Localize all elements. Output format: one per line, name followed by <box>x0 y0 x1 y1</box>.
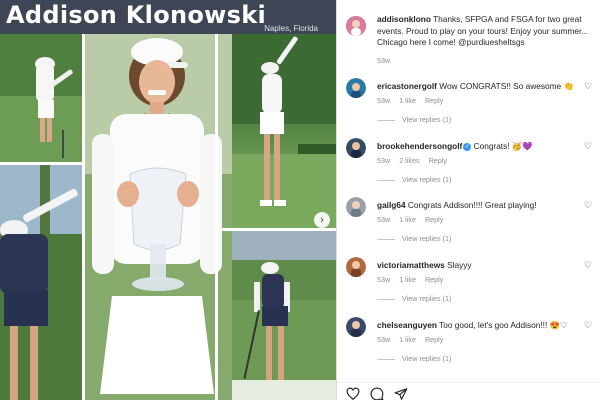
photo-golfer-backswing <box>218 34 336 230</box>
comments-panel: addisonklono Thanks, SFPGA and FSGA for … <box>336 0 600 400</box>
replies-divider <box>377 179 395 181</box>
comment-text: chelseanguyen Too good, let's goo Addiso… <box>377 319 597 331</box>
comment-meta: 53w 2 likes Reply <box>377 156 454 165</box>
comment-likes[interactable]: 2 likes <box>399 156 419 165</box>
comment-emoji: 👏 <box>563 81 574 91</box>
view-replies-button[interactable]: View replies (1) <box>377 115 451 124</box>
view-replies-button[interactable]: View replies (1) <box>377 354 451 363</box>
frame-divider <box>215 228 336 231</box>
heart-icon[interactable] <box>346 387 360 400</box>
comment-body: Too good, let's goo Addison!!! <box>439 320 548 330</box>
comment-meta: 53w <box>377 56 397 65</box>
frame-divider <box>0 162 85 165</box>
comment-likes[interactable]: 1 like <box>399 335 416 344</box>
replies-divider <box>377 298 395 300</box>
avatar[interactable] <box>346 257 366 277</box>
replies-divider <box>377 238 395 240</box>
post-action-bar <box>337 382 600 400</box>
photo-golfer-address <box>218 230 336 400</box>
avatar[interactable] <box>346 16 366 36</box>
comment-meta: 53w 1 like Reply <box>377 335 450 344</box>
reply-button[interactable]: Reply <box>425 96 443 105</box>
view-replies-button[interactable]: View replies (1) <box>377 175 451 184</box>
photo-golfer-finish-swing <box>0 34 90 164</box>
heart-icon[interactable]: ♡ <box>584 321 593 330</box>
comment-meta: 53w 1 like Reply <box>377 275 450 284</box>
comment-time: 53w <box>377 335 391 344</box>
comment-likes[interactable]: 1 like <box>399 215 416 224</box>
frame-divider <box>82 34 85 400</box>
comment-body: Wow CONGRATS!! So awesome <box>439 81 562 91</box>
banner-title: Addison Klonowski <box>6 1 267 29</box>
view-replies-button[interactable]: View replies (1) <box>377 234 451 243</box>
share-icon[interactable] <box>394 387 408 400</box>
avatar[interactable] <box>346 138 366 158</box>
comment-time: 53w <box>377 96 391 105</box>
comment-username[interactable]: gailg64 <box>377 200 406 210</box>
comment-body: Congrats Addison!!!! Great playing! <box>407 200 537 210</box>
heart-icon[interactable]: ♡ <box>584 201 593 210</box>
replies-divider <box>377 358 395 360</box>
post-media[interactable]: Addison Klonowski Naples, Florida › <box>0 0 336 400</box>
comment-body: Congrats! <box>473 141 510 151</box>
comment-text: victoriamatthews Slayyy <box>377 259 597 271</box>
view-replies-label: View replies (1) <box>402 294 452 303</box>
view-replies-label: View replies (1) <box>402 234 452 243</box>
heart-icon[interactable]: ♡ <box>584 142 593 151</box>
photo-banner: Addison Klonowski Naples, Florida <box>0 0 336 34</box>
view-replies-label: View replies (1) <box>402 115 452 124</box>
comment-username[interactable]: brookehendersongolf <box>377 141 462 151</box>
comment-username[interactable]: chelseanguyen <box>377 320 437 330</box>
comment-time: 53w <box>377 156 391 165</box>
chevron-right-icon[interactable]: › <box>314 212 330 228</box>
reply-button[interactable]: Reply <box>425 335 443 344</box>
view-replies-label: View replies (1) <box>402 175 452 184</box>
comment-text: gailg64 Congrats Addison!!!! Great playi… <box>377 199 597 211</box>
view-replies-button[interactable]: View replies (1) <box>377 294 451 303</box>
heart-icon[interactable]: ♡ <box>584 261 593 270</box>
comment-likes[interactable]: 1 like <box>399 275 416 284</box>
banner-location: Naples, Florida <box>264 24 318 33</box>
comment-username[interactable]: ericastonergolf <box>377 81 437 91</box>
comment-meta: 53w 1 like Reply <box>377 96 450 105</box>
comment-time: 53w <box>377 275 391 284</box>
reply-button[interactable]: Reply <box>425 275 443 284</box>
comment-body: Slayyy <box>447 260 472 270</box>
comment-username[interactable]: addisonklono <box>377 14 431 24</box>
frame-divider <box>215 34 218 400</box>
comment-icon[interactable] <box>370 387 384 400</box>
avatar[interactable] <box>346 78 366 98</box>
comment-text: ericastonergolf Wow CONGRATS!! So awesom… <box>377 80 597 92</box>
replies-divider <box>377 119 395 121</box>
verified-badge-icon: ✓ <box>463 143 472 151</box>
instagram-post-view: Addison Klonowski Naples, Florida › addi… <box>0 0 600 400</box>
photo-golfer-trophy <box>82 34 232 400</box>
reply-button[interactable]: Reply <box>429 156 447 165</box>
comment-emoji: 😍♡ <box>549 320 568 330</box>
caption-text: addisonklono Thanks, SFPGA and FSGA for … <box>377 14 597 52</box>
comment-time: 53w <box>377 215 391 224</box>
reply-button[interactable]: Reply <box>425 215 443 224</box>
heart-icon[interactable]: ♡ <box>584 82 593 91</box>
comment-emoji: 🥳💜 <box>511 141 533 151</box>
comment-time: 53w <box>377 56 391 65</box>
avatar[interactable] <box>346 317 366 337</box>
comment-meta: 53w 1 like Reply <box>377 215 450 224</box>
comment-likes[interactable]: 1 like <box>399 96 416 105</box>
comment-username[interactable]: victoriamatthews <box>377 260 445 270</box>
view-replies-label: View replies (1) <box>402 354 452 363</box>
comment-text: brookehendersongolf ✓ Congrats! 🥳💜 <box>377 140 597 152</box>
avatar[interactable] <box>346 197 366 217</box>
